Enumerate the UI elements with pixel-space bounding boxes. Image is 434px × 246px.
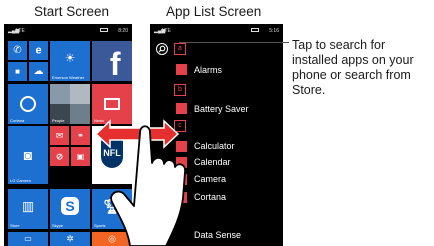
double-arrow-icon [94,119,180,149]
gesture-overlay [94,119,186,246]
hand-gesture-icon [110,125,186,246]
